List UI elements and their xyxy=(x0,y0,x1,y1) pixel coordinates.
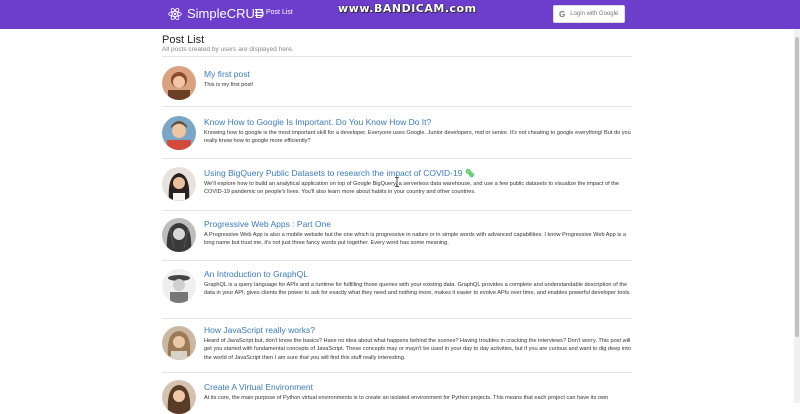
post-body: Heard of JavaScript but, don't know the … xyxy=(204,338,631,361)
recorder-watermark: www.BANDICAM.com xyxy=(338,2,477,15)
divider xyxy=(162,56,632,57)
author-avatar[interactable] xyxy=(162,218,196,252)
author-avatar[interactable] xyxy=(162,167,196,201)
post-body: This is my first post! xyxy=(204,82,254,88)
list-icon xyxy=(255,9,263,16)
text-cursor-icon xyxy=(395,177,399,187)
divider xyxy=(162,210,632,211)
brand-name: SimpleCRUD xyxy=(187,6,265,21)
post-title[interactable]: An Introduction to GraphQL xyxy=(204,269,308,279)
divider xyxy=(162,372,632,373)
author-avatar[interactable] xyxy=(162,326,196,360)
post-title[interactable]: Progressive Web Apps : Part One xyxy=(204,219,331,229)
post-body: A Progressive Web App is also a mobile w… xyxy=(204,232,627,247)
author-avatar[interactable] xyxy=(162,269,196,303)
divider xyxy=(162,260,632,261)
divider xyxy=(162,106,632,107)
post-title[interactable]: Know How to Google Is Important. Do You … xyxy=(204,117,431,127)
author-avatar[interactable] xyxy=(162,116,196,150)
login-google-label: Login with Google xyxy=(570,11,619,17)
divider xyxy=(162,318,632,319)
post-body: GraphQL is a query language for APIs and… xyxy=(204,282,631,297)
post-body: We'll explore how to build an analytical… xyxy=(204,181,620,196)
post-title[interactable]: My first post xyxy=(204,69,250,79)
nav-post-list[interactable]: Post List xyxy=(255,9,293,16)
nav-post-list-label: Post List xyxy=(266,9,293,16)
post-body: Knowing how to google is the most import… xyxy=(204,130,631,145)
divider xyxy=(162,158,632,159)
page-title: Post List xyxy=(162,34,205,46)
post-title[interactable]: Using BigQuery Public Datasets to resear… xyxy=(204,168,475,179)
page-scrollbar[interactable] xyxy=(794,29,800,403)
login-google-button[interactable]: G Login with Google xyxy=(553,5,625,23)
post-body: At its core, the main purpose of Python … xyxy=(204,395,609,401)
navbar: SimpleCRUD Post List www.BANDICAM.com G … xyxy=(0,0,800,29)
post-title[interactable]: How JavaScript really works? xyxy=(204,325,315,335)
scrollbar-thumb[interactable] xyxy=(795,37,799,337)
author-avatar[interactable] xyxy=(162,380,196,414)
google-icon: G xyxy=(559,9,566,19)
brand-link[interactable]: SimpleCRUD xyxy=(168,6,264,21)
post-title[interactable]: Create A Virtual Environment xyxy=(204,382,313,392)
author-avatar[interactable] xyxy=(162,66,196,100)
page-subtitle: All posts created by users are displayed… xyxy=(162,46,294,53)
atom-icon xyxy=(168,7,182,20)
